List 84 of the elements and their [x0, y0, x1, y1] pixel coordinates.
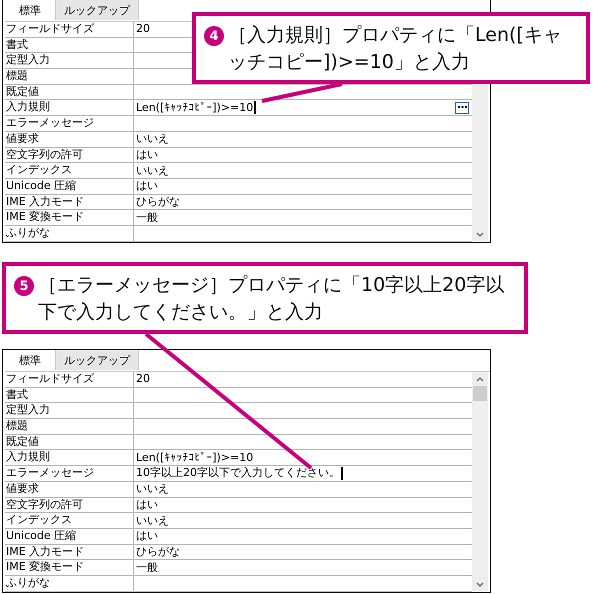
property-row[interactable]: IME 入力モード ひらがな [5, 544, 472, 560]
property-row[interactable]: IME 変換モード 一般 [5, 560, 472, 576]
property-row[interactable]: インデックス いいえ [5, 513, 472, 529]
scroll-down-icon[interactable] [476, 582, 484, 587]
property-value[interactable]: 20 [136, 22, 150, 36]
tab[interactable]: ルックアップ [56, 350, 139, 370]
property-row[interactable]: 値要求 いいえ [5, 482, 472, 498]
property-name: エラーメッセージ [5, 466, 134, 481]
property-row[interactable]: 既定値 [5, 434, 472, 450]
property-name: IME 入力モード [5, 544, 134, 560]
property-name: 書式 [5, 38, 134, 52]
property-value[interactable]: はい [136, 498, 158, 512]
property-row[interactable]: Unicode 圧縮 はい [5, 528, 472, 545]
property-name: IME 変換モード [5, 210, 134, 225]
tab[interactable]: ルックアップ [56, 0, 139, 20]
property-row[interactable]: 定型入力 [5, 403, 472, 420]
callout-text: ［エラーメッセージ］プロパティに「10字以上20字以下で入力してください。」と入力 [38, 273, 506, 325]
callout-text: ［入力規則］プロパティに「Len([キャッチコピー])>=10」と入力 [228, 23, 563, 75]
property-name: フィールドサイズ [5, 22, 134, 37]
property-name: 空文字列の許可 [5, 498, 134, 512]
property-value[interactable]: いいえ [136, 164, 169, 178]
property-row[interactable]: エラーメッセージ 10字以上20字以下で入力してください。 [5, 466, 472, 482]
builder-button[interactable] [455, 102, 469, 114]
property-value[interactable]: Len([ｷｬｯﾁｺﾋﾟｰ])>=10 [136, 450, 254, 465]
property-row[interactable]: ふりがな [5, 576, 472, 592]
property-name: 書式 [5, 388, 134, 402]
property-row[interactable]: 値要求 いいえ [5, 132, 472, 148]
property-row[interactable]: ふりがな [5, 226, 472, 242]
property-name: 標題 [5, 69, 134, 84]
property-name: Unicode 圧縮 [5, 178, 134, 194]
property-name: 定型入力 [5, 403, 134, 418]
property-row[interactable]: IME 変換モード 一般 [5, 210, 472, 226]
scroll-down-icon[interactable] [476, 232, 484, 237]
scrollbar[interactable] [472, 372, 488, 592]
property-row[interactable]: 空文字列の許可 はい [5, 498, 472, 514]
property-value[interactable]: はい [136, 148, 158, 162]
property-name: インデックス [5, 163, 134, 178]
property-value[interactable]: ひらがな [136, 194, 180, 209]
property-name: 空文字列の許可 [5, 148, 134, 162]
text-cursor [341, 466, 343, 480]
property-name: 値要求 [5, 482, 134, 496]
property-row[interactable]: フィールドサイズ 20 [5, 372, 472, 388]
text-cursor [254, 101, 256, 114]
property-row[interactable]: 空文字列の許可 はい [5, 148, 472, 164]
property-value[interactable]: Len([ｷｬｯﾁｺﾋﾟｰ])>=10 [136, 100, 254, 115]
property-value[interactable]: いいえ [136, 132, 169, 146]
property-name: IME 入力モード [5, 194, 134, 210]
property-name: 入力規則 [5, 100, 134, 116]
property-name: エラーメッセージ [5, 116, 134, 131]
property-row[interactable]: エラーメッセージ [5, 116, 472, 132]
property-row[interactable]: Unicode 圧縮 はい [5, 178, 472, 195]
property-name: インデックス [5, 513, 134, 528]
property-row[interactable]: 書式 [5, 388, 472, 404]
property-value[interactable]: 10字以上20字以下で入力してください。 [136, 466, 340, 480]
property-row[interactable]: インデックス いいえ [5, 163, 472, 179]
property-value[interactable]: いいえ [136, 482, 169, 496]
scroll-thumb[interactable] [473, 386, 487, 401]
property-row[interactable]: 入力規則 Len([ｷｬｯﾁｺﾋﾟｰ])>=10 [5, 100, 472, 116]
property-name: ふりがな [5, 576, 134, 591]
property-row[interactable]: 入力規則 Len([ｷｬｯﾁｺﾋﾟｰ])>=10 [5, 450, 472, 466]
property-name: Unicode 圧縮 [5, 528, 134, 544]
property-name: 入力規則 [5, 450, 134, 466]
property-name: 既定値 [5, 84, 134, 100]
property-row[interactable]: 標題 [5, 419, 472, 435]
property-value[interactable]: 20 [136, 372, 150, 386]
scroll-up-icon[interactable] [476, 377, 484, 382]
step-number: 5 [14, 276, 34, 296]
scrollbar[interactable] [472, 84, 488, 242]
property-value[interactable]: 一般 [136, 560, 158, 575]
property-value[interactable]: いいえ [136, 514, 169, 528]
step-number: 4 [204, 26, 224, 46]
property-name: 定型入力 [5, 53, 134, 68]
property-value[interactable]: ひらがな [136, 544, 180, 559]
property-name: フィールドサイズ [5, 372, 134, 387]
property-name: ふりがな [5, 226, 134, 241]
property-name: IME 変換モード [5, 560, 134, 575]
property-value[interactable]: 一般 [136, 210, 158, 225]
property-row[interactable]: IME 入力モード ひらがな [5, 194, 472, 210]
property-name: 値要求 [5, 132, 134, 146]
property-name: 標題 [5, 419, 134, 434]
property-name: 既定値 [5, 434, 134, 450]
property-value[interactable]: はい [136, 529, 158, 544]
ellipsis-icon [458, 106, 466, 110]
property-value[interactable]: はい [136, 179, 158, 194]
